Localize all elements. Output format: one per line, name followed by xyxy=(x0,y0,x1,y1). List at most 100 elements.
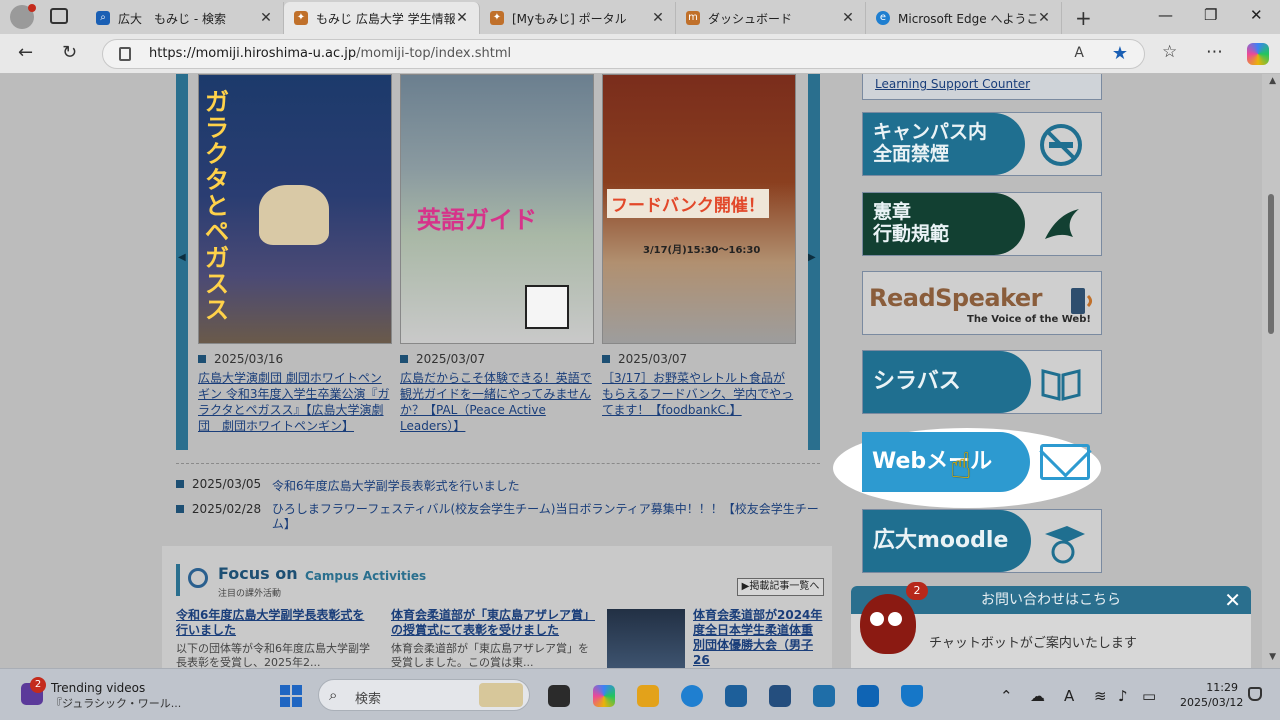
widgets-badge: 2 xyxy=(30,677,46,693)
page-scrollbar[interactable]: ▲ ▼ xyxy=(1262,74,1280,668)
hand-cursor-icon: ☝ xyxy=(950,446,972,487)
tab-title: もみじ 広島大学 学生情報 xyxy=(316,11,455,26)
carousel-prev-icon[interactable]: ◀ xyxy=(178,252,186,263)
ime-icon[interactable]: A xyxy=(1064,687,1074,705)
tab-actions-icon[interactable] xyxy=(50,8,68,24)
edge-taskbar-icon[interactable] xyxy=(681,685,703,707)
remote-desktop-icon[interactable] xyxy=(769,685,791,707)
defender-icon[interactable] xyxy=(901,685,923,707)
focus-article-title[interactable]: 体育会柔道部が2024年度全日本学生柔道体重別団体優勝大会（男子26 xyxy=(693,608,823,668)
slide-link[interactable]: ［3/17］お野菜やレトルト食品がもらえるフードバンク、学内でやってます！【fo… xyxy=(602,370,796,418)
wifi-icon[interactable]: ≋ xyxy=(1094,687,1107,705)
carousel-slide[interactable]: 英語ガイド 2025/03/07 広島だからこそ体験できる！英語で観光ガイドを一… xyxy=(400,74,594,434)
cloud-icon[interactable]: ☁ xyxy=(1030,687,1045,705)
mascot-eye xyxy=(888,612,902,626)
chat-badge: 2 xyxy=(906,582,928,600)
chat-close-icon[interactable]: ✕ xyxy=(1224,586,1241,614)
tab-bar: ⌕ 広大 もみじ - 検索 ✕ ✦ もみじ 広島大学 学生情報 ✕ ✦ [Myも… xyxy=(0,0,1280,34)
search-icon: ⌕ xyxy=(329,686,338,704)
tray-overflow-icon[interactable]: ⌃ xyxy=(1000,687,1013,705)
tab-momiji-student-info[interactable]: ✦ もみじ 広島大学 学生情報 ✕ xyxy=(284,2,480,34)
url-field[interactable]: https://momiji.hiroshima-u.ac.jp/momiji-… xyxy=(102,39,1145,69)
scroll-thumb[interactable] xyxy=(1268,194,1274,334)
close-icon[interactable]: ✕ xyxy=(455,10,469,26)
readspeaker-banner[interactable]: ReadSpeaker The Voice of the Web! xyxy=(862,271,1102,335)
poster-title: 英語ガイド xyxy=(417,206,537,234)
all-articles-link[interactable]: ▶掲載記事一覧へ xyxy=(737,578,824,596)
trending-subtitle: 『ジュラシック・ワール... xyxy=(51,697,182,710)
back-icon[interactable]: ← xyxy=(18,42,33,63)
new-tab-button[interactable]: + xyxy=(1075,6,1092,30)
news-item: 2025/02/28 ひろしまフラワーフェスティバル(校友会学生チーム)当日ボラ… xyxy=(176,502,826,532)
file-explorer-icon[interactable] xyxy=(637,685,659,707)
tab-title: ダッシュボード xyxy=(708,11,793,26)
focus-accent-bar xyxy=(176,564,180,596)
focus-article-title[interactable]: 体育会柔道部が「東広島アザレア賞」の授賞式にて表彰を受けました xyxy=(391,608,596,638)
speaker-icon xyxy=(1071,288,1092,314)
store-icon[interactable] xyxy=(725,685,747,707)
battery-icon[interactable]: ▭ xyxy=(1142,687,1156,705)
poster-title: フードバンク開催！ xyxy=(607,189,769,218)
scroll-up-icon[interactable]: ▲ xyxy=(1269,76,1276,86)
news-link[interactable]: ひろしまフラワーフェスティバル(校友会学生チーム)当日ボランティア募集中！！！【… xyxy=(272,502,826,532)
teams-icon[interactable] xyxy=(813,685,835,707)
close-icon[interactable]: ✕ xyxy=(1037,10,1051,26)
carousel-slide[interactable]: ガラクタとペガスス 2025/03/16 広島大学演劇団 劇団ホワイトペンギン … xyxy=(198,74,392,434)
focus-article-photo[interactable] xyxy=(607,609,685,668)
more-menu-icon[interactable]: ⋯ xyxy=(1206,42,1223,62)
focus-article-text: 以下の団体等が令和6年度広島大学副学長表彰を受賞し、2025年2... xyxy=(176,642,370,668)
tab-title: [Myもみじ] ポータル xyxy=(512,11,627,26)
tab-my-momiji-portal[interactable]: ✦ [Myもみじ] ポータル ✕ xyxy=(480,2,676,34)
slide-poster-image[interactable]: フードバンク開催！ 3/17(月)15:30～16:30 xyxy=(602,74,796,344)
charter-banner[interactable]: 憲章 行動規範 xyxy=(862,192,1102,256)
carousel-next-icon[interactable]: ▶ xyxy=(808,252,816,263)
windows-start-icon[interactable] xyxy=(280,685,302,707)
tab-edge-welcome[interactable]: e Microsoft Edge へようこそ ✕ xyxy=(866,2,1062,34)
close-icon[interactable]: ✕ xyxy=(259,10,273,26)
taskbar-search[interactable]: ⌕ 検索 xyxy=(318,679,530,711)
moodle-banner[interactable]: 広大moodle xyxy=(862,509,1102,573)
poster-detail: 3/17(月)15:30～16:30 xyxy=(643,245,761,256)
refresh-icon[interactable]: ↻ xyxy=(62,42,77,63)
read-aloud-icon[interactable]: A xyxy=(1074,45,1084,61)
focus-article-text: 体育会柔道部が「東広島アザレア賞」を受賞しました。この賞は東... xyxy=(391,642,589,668)
task-view-icon[interactable] xyxy=(548,685,570,707)
scroll-down-icon[interactable]: ▼ xyxy=(1269,652,1276,662)
favorite-star-icon[interactable]: ★ xyxy=(1112,43,1128,64)
tab-dashboard[interactable]: m ダッシュボード ✕ xyxy=(676,2,866,34)
news-link[interactable]: 令和6年度広島大学副学長表彰式を行いました xyxy=(272,477,520,494)
volume-icon[interactable]: ♪ xyxy=(1118,687,1128,705)
slide-poster-image[interactable]: ガラクタとペガスス xyxy=(198,74,392,344)
minimize-icon[interactable]: — xyxy=(1158,6,1173,24)
no-smoking-banner[interactable]: キャンパス内 全面禁煙 xyxy=(862,112,1102,176)
clock[interactable]: 11:29 2025/03/12 xyxy=(1180,680,1243,710)
outlook-icon[interactable] xyxy=(857,685,879,707)
notification-bell-icon[interactable] xyxy=(1248,687,1262,701)
carousel-slide[interactable]: フードバンク開催！ 3/17(月)15:30～16:30 2025/03/07 … xyxy=(602,74,796,418)
search-label: 検索 xyxy=(355,692,382,707)
book-icon xyxy=(1041,369,1081,401)
widgets-news[interactable]: Trending videos 『ジュラシック・ワール... xyxy=(51,681,181,711)
copilot-icon[interactable] xyxy=(1247,43,1269,65)
copilot-taskbar-icon[interactable] xyxy=(593,685,615,707)
syllabus-banner[interactable]: シラバス xyxy=(862,350,1102,414)
slide-link[interactable]: 広島だからこそ体験できる！英語で観光ガイドを一緒にやってみませんか？【PAL（P… xyxy=(400,370,594,434)
webmail-banner[interactable]: Webメール xyxy=(862,430,1102,494)
slide-link[interactable]: 広島大学演劇団 劇団ホワイトペンギン 令和3年度入学生卒業公演『ガラクタとペガス… xyxy=(198,370,392,434)
focus-jp-subtitle: 注目の課外活動 xyxy=(218,589,282,599)
banner-label: Webメール xyxy=(862,432,1030,492)
slide-poster-image[interactable]: 英語ガイド xyxy=(400,74,594,344)
close-icon[interactable]: ✕ xyxy=(841,10,855,26)
close-icon[interactable]: ✕ xyxy=(651,10,665,26)
chatbot-mascot-icon[interactable] xyxy=(860,594,916,654)
restore-icon[interactable]: ❐ xyxy=(1204,6,1217,24)
close-window-icon[interactable]: ✕ xyxy=(1250,6,1263,24)
lock-icon[interactable] xyxy=(119,47,131,61)
url-path: /momiji-top/index.shtml xyxy=(356,46,512,61)
slide-date: 2025/03/07 xyxy=(602,352,796,366)
focus-article-title[interactable]: 令和6年度広島大学副学長表彰式を行いました xyxy=(176,608,376,638)
favorites-icon[interactable]: ☆ xyxy=(1162,42,1177,62)
learning-support-link[interactable]: Learning Support Counter xyxy=(862,74,1102,100)
news-item: 2025/03/05 令和6年度広島大学副学長表彰式を行いました xyxy=(176,477,826,494)
tab-search[interactable]: ⌕ 広大 もみじ - 検索 ✕ xyxy=(86,2,284,34)
